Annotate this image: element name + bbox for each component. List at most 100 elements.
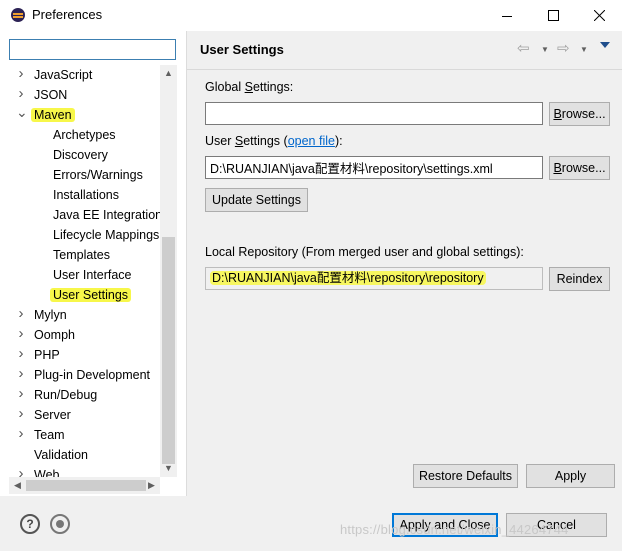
tree-item-web[interactable]: Web bbox=[34, 465, 59, 477]
tree-item-user-interface[interactable]: User Interface bbox=[53, 265, 132, 285]
horizontal-scroll-thumb[interactable] bbox=[26, 480, 146, 491]
tree-item-discovery[interactable]: Discovery bbox=[53, 145, 108, 165]
maximize-icon bbox=[547, 10, 559, 21]
tree-item-label: Server bbox=[34, 408, 71, 422]
tree-item-label: Lifecycle Mappings bbox=[53, 228, 160, 242]
chevron-right-icon[interactable]: › bbox=[16, 345, 26, 365]
tree-item-server[interactable]: Server bbox=[34, 405, 71, 425]
tree-item-label: Installations bbox=[53, 188, 120, 202]
tree-vertical-scrollbar[interactable]: ▲ ▼ bbox=[160, 65, 177, 477]
local-repository-path: D:\RUANJIAN\java配置材料\repository\reposito… bbox=[210, 271, 486, 285]
global-settings-label: Global Settings: bbox=[205, 80, 294, 94]
chevron-right-icon[interactable]: › bbox=[16, 65, 26, 85]
title-bar: Preferences bbox=[0, 0, 622, 31]
chevron-right-icon[interactable]: › bbox=[16, 305, 26, 325]
tree-item-label: User Interface bbox=[53, 268, 132, 282]
chevron-right-icon[interactable]: › bbox=[16, 425, 26, 445]
tree-item-templates[interactable]: Templates bbox=[53, 245, 110, 265]
scroll-left-icon[interactable]: ◀ bbox=[9, 477, 26, 494]
filter-input[interactable] bbox=[9, 39, 176, 60]
apply-button[interactable]: Apply bbox=[526, 464, 615, 488]
view-menu-icon[interactable] bbox=[600, 42, 610, 48]
tree-horizontal-scrollbar[interactable]: ◀ ▶ bbox=[9, 477, 160, 494]
chevron-right-icon[interactable]: › bbox=[16, 325, 26, 345]
tree-item-javascript[interactable]: JavaScript bbox=[34, 65, 92, 85]
tree-item-label: Archetypes bbox=[53, 128, 116, 142]
scroll-down-icon[interactable]: ▼ bbox=[160, 460, 177, 477]
tree-item-label: Validation bbox=[34, 448, 88, 462]
help-icon[interactable]: ? bbox=[20, 514, 40, 534]
tree-item-oomph[interactable]: Oomph bbox=[34, 325, 75, 345]
cancel-button[interactable]: Cancel bbox=[506, 513, 607, 537]
back-arrow-icon[interactable]: ⇦ bbox=[517, 41, 530, 57]
tree-item-php[interactable]: PHP bbox=[34, 345, 60, 365]
tree-item-user-settings[interactable]: User Settings bbox=[50, 285, 132, 305]
tree-item-label: Mylyn bbox=[34, 308, 67, 322]
tree-item-label: PHP bbox=[34, 348, 60, 362]
dialog-button-bar: ? Apply and Close Cancel bbox=[0, 496, 622, 551]
tree-item-archetypes[interactable]: Archetypes bbox=[53, 125, 116, 145]
minimize-button[interactable] bbox=[484, 0, 530, 31]
tree-item-errors-warnings[interactable]: Errors/Warnings bbox=[53, 165, 143, 185]
tree-item-run-debug[interactable]: Run/Debug bbox=[34, 385, 97, 405]
chevron-right-icon[interactable]: › bbox=[16, 385, 26, 405]
restore-defaults-button[interactable]: Restore Defaults bbox=[413, 464, 518, 488]
chevron-right-icon[interactable]: › bbox=[16, 85, 26, 105]
forward-arrow-icon[interactable]: ⇨ bbox=[557, 41, 570, 57]
page-header: User Settings ⇦ ▼ ⇨ ▼ bbox=[187, 31, 622, 70]
preference-tree: › JavaScript › JSON ⌄ Maven Archetypes Discover… bbox=[0, 65, 160, 477]
record-macro-icon[interactable] bbox=[50, 514, 70, 534]
maximize-button[interactable] bbox=[530, 0, 576, 31]
update-settings-button[interactable]: Update Settings bbox=[205, 188, 308, 212]
tree-item-label: Maven bbox=[31, 108, 75, 122]
window-title: Preferences bbox=[32, 7, 103, 22]
user-browse-button[interactable]: Browse... bbox=[549, 156, 610, 180]
close-icon bbox=[593, 10, 605, 21]
apply-and-close-button[interactable]: Apply and Close bbox=[392, 513, 498, 537]
user-settings-label: User Settings (open file): bbox=[205, 134, 343, 148]
local-repository-label: Local Repository (From merged user and g… bbox=[205, 245, 524, 259]
tree-item-maven[interactable]: Maven bbox=[31, 105, 75, 125]
tree-item-validation[interactable]: Validation bbox=[34, 445, 88, 465]
preference-page: User Settings ⇦ ▼ ⇨ ▼ Global Settings: B… bbox=[187, 31, 622, 496]
page-title: User Settings bbox=[200, 42, 284, 57]
tree-item-label: User Settings bbox=[50, 288, 132, 302]
tree-item-team[interactable]: Team bbox=[34, 425, 65, 445]
eclipse-logo-icon bbox=[11, 8, 25, 22]
chevron-right-icon[interactable]: › bbox=[16, 405, 26, 425]
preference-navigation: › JavaScript › JSON ⌄ Maven Archetypes Discover… bbox=[0, 31, 184, 496]
forward-history-chevron-icon[interactable]: ▼ bbox=[580, 42, 588, 58]
minimize-icon bbox=[502, 15, 512, 17]
tree-item-label: Templates bbox=[53, 248, 110, 262]
global-browse-button[interactable]: Browse... bbox=[549, 102, 610, 126]
tree-item-label: Web bbox=[34, 468, 60, 477]
global-settings-field[interactable] bbox=[205, 102, 543, 125]
chevron-down-icon[interactable]: ⌄ bbox=[16, 105, 28, 125]
reindex-button[interactable]: Reindex bbox=[549, 267, 610, 291]
tree-item-plug-in-development[interactable]: Plug-in Development bbox=[34, 365, 150, 385]
tree-item-json[interactable]: JSON bbox=[34, 85, 67, 105]
back-history-chevron-icon[interactable]: ▼ bbox=[541, 42, 549, 58]
tree-item-label: Java EE Integration bbox=[53, 208, 160, 222]
scroll-up-icon[interactable]: ▲ bbox=[160, 65, 177, 82]
open-file-link[interactable]: open file bbox=[288, 134, 335, 148]
tree-item-label: Errors/Warnings bbox=[53, 168, 143, 182]
chevron-right-icon[interactable]: › bbox=[16, 465, 26, 477]
tree-item-label: JSON bbox=[34, 88, 68, 102]
scroll-right-icon[interactable]: ▶ bbox=[143, 477, 160, 494]
tree-item-mylyn[interactable]: Mylyn bbox=[34, 305, 67, 325]
close-button[interactable] bbox=[576, 0, 622, 31]
tree-item-label: Plug-in Development bbox=[34, 368, 151, 382]
tree-item-label: Oomph bbox=[34, 328, 75, 342]
local-repository-field: D:\RUANJIAN\java配置材料\repository\reposito… bbox=[205, 267, 543, 290]
tree-item-lifecycle-mappings[interactable]: Lifecycle Mappings bbox=[53, 225, 159, 245]
chevron-right-icon[interactable]: › bbox=[16, 365, 26, 385]
tree-item-java-ee-integration[interactable]: Java EE Integration bbox=[53, 205, 160, 225]
tree-item-label: Discovery bbox=[53, 148, 108, 162]
user-settings-field[interactable] bbox=[205, 156, 543, 179]
tree-item-label: Team bbox=[34, 428, 65, 442]
tree-item-label: JavaScript bbox=[34, 68, 93, 82]
tree-item-label: Run/Debug bbox=[34, 388, 98, 402]
vertical-scroll-thumb[interactable] bbox=[162, 237, 175, 464]
tree-item-installations[interactable]: Installations bbox=[53, 185, 119, 205]
